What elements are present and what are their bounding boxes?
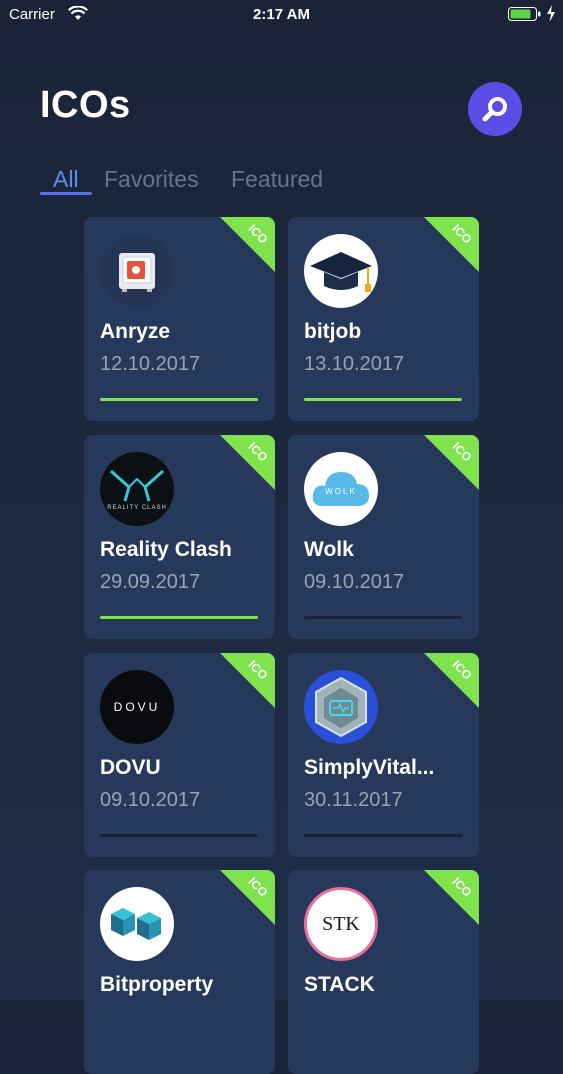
card-date: 09.10.2017 (304, 571, 405, 593)
card-date: 12.10.2017 (100, 353, 201, 375)
card-date: 30.11.2017 (304, 789, 403, 811)
card-date: 09.10.2017 (100, 789, 201, 811)
ico-card-anryze[interactable]: ICO Anryze 12.10.2017 (84, 217, 275, 421)
card-name: bitjob (304, 320, 362, 343)
card-name: Wolk (304, 538, 354, 561)
anryze-logo (100, 234, 174, 308)
card-name: Reality Clash (100, 538, 232, 561)
ico-card-wolk[interactable]: ICO WOLK Wolk 09.10.2017 (288, 435, 479, 639)
logo-text: WOLK (325, 487, 357, 496)
tab-bar: All Favorites Featured (40, 166, 400, 198)
card-name: DOVU (100, 756, 161, 779)
tab-all[interactable]: All (53, 166, 79, 193)
dovu-logo: DOVU (100, 670, 174, 744)
card-date: 13.10.2017 (304, 353, 405, 375)
wolk-logo: WOLK (304, 452, 378, 526)
progress-fill (100, 398, 258, 401)
progress-bar (100, 398, 258, 401)
status-bar: Carrier 2:17 AM (0, 0, 563, 30)
battery-icon (508, 7, 541, 21)
card-name: Anryze (100, 320, 171, 343)
ico-card-bitjob[interactable]: ICO bitjob 13.10.2017 (288, 217, 479, 421)
bitproperty-logo (100, 887, 174, 961)
charging-icon (547, 5, 555, 22)
stack-logo: STK (304, 887, 378, 961)
progress-fill (100, 616, 258, 619)
tab-featured[interactable]: Featured (231, 166, 323, 193)
ico-card-simplyvital[interactable]: ICO SimplyVital... 30.11.2017 (288, 653, 479, 857)
safe-icon (119, 253, 155, 292)
graduation-cap-icon (310, 252, 372, 292)
ico-card-dovu[interactable]: ICO DOVU DOVU 09.10.2017 (84, 653, 275, 857)
reality-clash-emblem-icon (110, 469, 164, 502)
ico-card-stack[interactable]: ICO STK STACK (288, 870, 479, 1074)
search-icon (482, 97, 507, 122)
logo-text: REALITY CLASH (107, 505, 167, 511)
progress-fill (304, 398, 462, 401)
search-button[interactable] (468, 82, 522, 136)
bitjob-logo (304, 234, 378, 308)
ico-card-reality-clash[interactable]: ICO REALITY CLASH Reality Clash 29.09.20… (84, 435, 275, 639)
card-name: SimplyVital... (304, 756, 435, 779)
progress-bar (100, 834, 258, 837)
progress-bar (304, 834, 462, 837)
progress-bar (100, 616, 258, 619)
tab-active-indicator (40, 192, 92, 195)
logo-text: STK (322, 912, 360, 935)
card-name: STACK (304, 973, 375, 996)
ico-grid: ICO Anryze 12.10.2017 ICO bitjob 13.10.2… (84, 217, 479, 1074)
reality-clash-logo: REALITY CLASH (100, 452, 174, 526)
simplyvital-logo (304, 670, 378, 744)
card-name: Bitproperty (100, 973, 214, 996)
progress-bar (304, 616, 462, 619)
card-date: 29.09.2017 (100, 571, 201, 593)
logo-text: DOVU (113, 700, 161, 714)
clock: 2:17 AM (253, 6, 310, 23)
page-title: ICOs (40, 84, 131, 126)
tab-favorites[interactable]: Favorites (104, 166, 199, 193)
ico-card-bitproperty[interactable]: ICO Bitproperty (84, 870, 275, 1074)
progress-bar (304, 398, 462, 401)
hexagon-heart-icon (315, 676, 367, 738)
bitproperty-cubes-icon (111, 908, 161, 940)
